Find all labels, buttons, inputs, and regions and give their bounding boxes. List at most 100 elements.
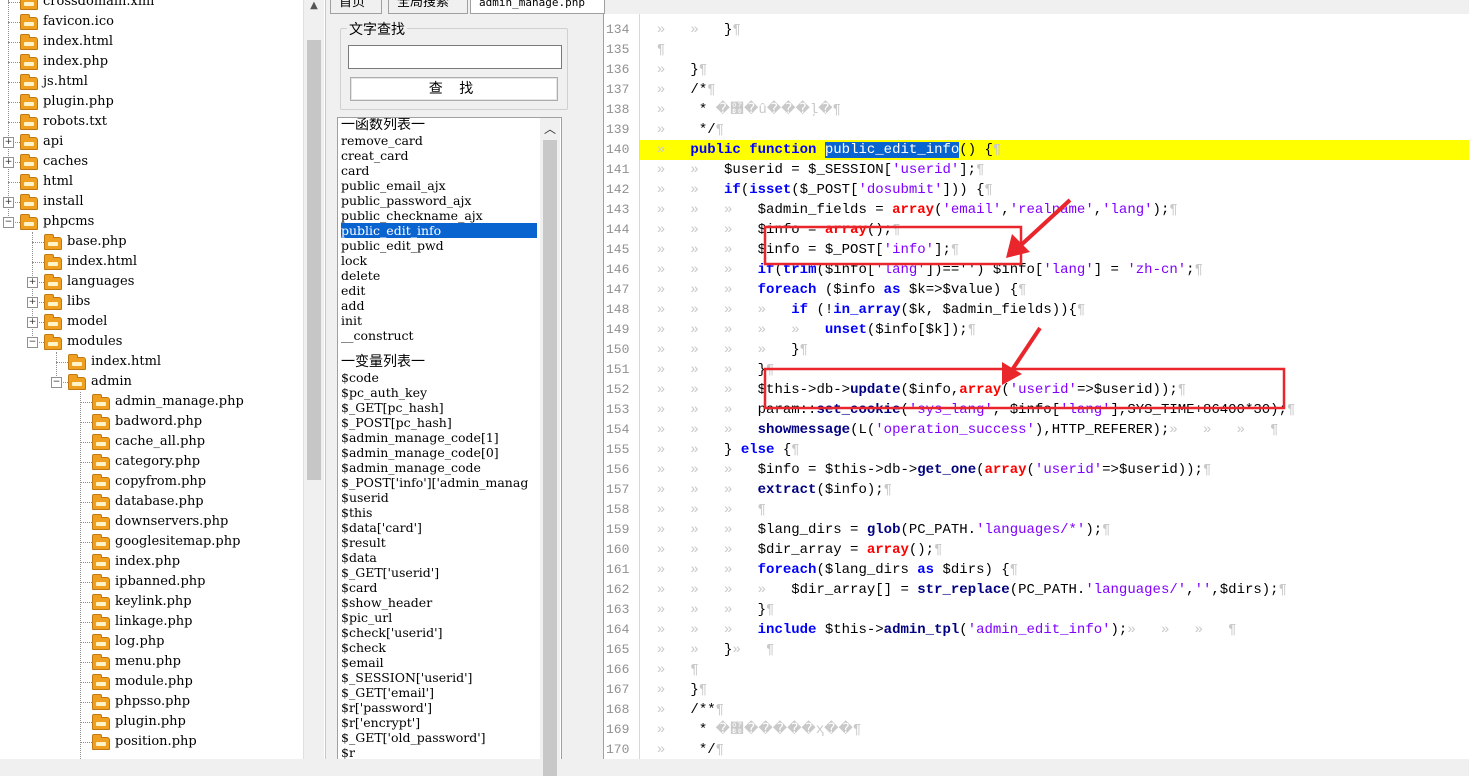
tree-folder-item[interactable]: html (43, 172, 73, 192)
variable-list-item[interactable]: $userid (341, 490, 389, 505)
code-line[interactable]: » /**¶ (640, 700, 1469, 720)
symbol-list-scrollbar[interactable]: ︿ (540, 118, 560, 776)
code-line[interactable]: » » » }¶ (640, 600, 1469, 620)
code-line[interactable]: » » $userid = $_SESSION['userid'];¶ (640, 160, 1469, 180)
tree-folder-item[interactable]: languages (67, 272, 134, 292)
tree-folder-item[interactable]: admin (91, 372, 132, 392)
collapse-icon[interactable]: − (3, 217, 14, 228)
variable-list-item[interactable]: $data (341, 550, 377, 565)
code-line[interactable]: » ¶ (640, 660, 1469, 680)
expand-icon[interactable]: + (3, 197, 14, 208)
code-line[interactable]: » » » foreach($lang_dirs as $dirs) {¶ (640, 560, 1469, 580)
tree-file-item[interactable]: favicon.ico (43, 12, 114, 32)
tree-file-item[interactable]: category.php (115, 452, 200, 472)
function-list-item[interactable]: public_checkname_ajx (341, 208, 483, 223)
tree-file-item[interactable]: menu.php (115, 652, 181, 672)
tree-file-item[interactable]: badword.php (115, 412, 202, 432)
tree-folder-item[interactable]: api (43, 132, 63, 152)
function-list-item[interactable]: public_email_ajx (341, 178, 446, 193)
code-line[interactable]: » » » if(trim($info['lang'])=='') $info[… (640, 260, 1469, 280)
variable-list-item[interactable]: $r['password'] (341, 700, 432, 715)
scroll-up-arrow-icon[interactable]: ▲ (304, 0, 324, 18)
tree-folder-item[interactable]: modules (67, 332, 122, 352)
tree-file-item[interactable]: index.html (91, 352, 161, 372)
variable-list-item[interactable]: $_SESSION['userid'] (341, 670, 472, 685)
code-line[interactable]: » » » }¶ (640, 360, 1469, 380)
tree-file-item[interactable]: database.php (115, 492, 204, 512)
variable-list-item[interactable]: $r['encrypt'] (341, 715, 420, 730)
tree-file-item[interactable]: index.html (67, 252, 137, 272)
function-list-item[interactable]: delete (341, 268, 380, 283)
function-list-item[interactable]: __construct (341, 328, 414, 343)
code-line[interactable]: » » » » if (!in_array($k, $admin_fields)… (640, 300, 1469, 320)
function-list-item[interactable]: public_edit_pwd (341, 238, 444, 253)
variable-list-item[interactable]: $_GET[pc_hash] (341, 400, 444, 415)
variable-list-item[interactable]: $pic_url (341, 610, 392, 625)
variable-list-item[interactable]: $_POST['info']['admin_manag (341, 475, 528, 490)
tab-global-search[interactable]: 全局搜索 (388, 0, 468, 14)
function-list-item[interactable]: add (341, 298, 364, 313)
tree-file-item[interactable]: robots.txt (43, 112, 107, 132)
tree-folder-item[interactable]: install (43, 192, 84, 212)
variable-list-item[interactable]: $admin_manage_code[1] (341, 430, 499, 445)
symbol-list[interactable]: 一函数列表一 remove_card creat_card card public_em… (337, 117, 562, 759)
code-line[interactable]: » }¶ (640, 60, 1469, 80)
function-list-item[interactable]: public_edit_info (341, 223, 537, 238)
variable-list-item[interactable]: $_GET['email'] (341, 685, 434, 700)
collapse-icon[interactable]: − (51, 377, 62, 388)
variable-list-item[interactable]: $show_header (341, 595, 432, 610)
tree-folder-item[interactable]: libs (67, 292, 90, 312)
function-list-item[interactable]: remove_card (341, 133, 423, 148)
variable-list-item[interactable]: $_GET['old_password'] (341, 730, 486, 745)
function-list-item[interactable]: creat_card (341, 148, 409, 163)
code-line[interactable]: » » » param::set_cookie('sys_lang', $inf… (640, 400, 1469, 420)
file-tree-scrollbar[interactable]: ▲ (303, 0, 324, 759)
code-line[interactable]: » » » $lang_dirs = glob(PC_PATH.'languag… (640, 520, 1469, 540)
function-list-item[interactable]: edit (341, 283, 365, 298)
code-line[interactable]: » » if(isset($_POST['dosubmit'])) {¶ (640, 180, 1469, 200)
function-list-item[interactable]: init (341, 313, 362, 328)
variable-list-item[interactable]: $this (341, 505, 372, 520)
tree-file-item[interactable]: position.php (115, 732, 197, 752)
variable-list-item[interactable]: $card (341, 580, 377, 595)
tree-file-item[interactable]: js.html (43, 72, 88, 92)
tree-folder-item[interactable]: caches (43, 152, 88, 172)
function-list-item[interactable]: card (341, 163, 369, 178)
expand-icon[interactable]: + (3, 157, 14, 168)
code-line[interactable]: » » » extract($info);¶ (640, 480, 1469, 500)
code-line[interactable]: » » » $info = array();¶ (640, 220, 1469, 240)
code-line[interactable]: » » } else {¶ (640, 440, 1469, 460)
code-line[interactable]: » » }» ¶ (640, 640, 1469, 660)
code-line[interactable]: » » » showmessage(L('operation_success')… (640, 420, 1469, 440)
tree-file-item[interactable]: admin_manage.php (115, 392, 244, 412)
tree-file-item[interactable]: index.php (115, 552, 180, 572)
symbol-list-scroll-thumb[interactable] (543, 140, 557, 776)
tree-file-item[interactable]: plugin.php (115, 712, 186, 732)
search-input[interactable] (348, 45, 562, 69)
chevron-up-icon[interactable]: ︿ (540, 120, 560, 138)
variable-list-item[interactable]: $r (341, 745, 355, 759)
expand-icon[interactable]: + (3, 137, 14, 148)
tree-file-item[interactable]: index.html (43, 32, 113, 52)
search-button[interactable]: 查 找 (350, 77, 558, 101)
code-line[interactable]: » */¶ (640, 120, 1469, 140)
code-line[interactable]: » » » $admin_fields = array('email','rea… (640, 200, 1469, 220)
code-line[interactable]: » » » $dir_array = array();¶ (640, 540, 1469, 560)
code-line[interactable]: » » » include $this->admin_tpl('admin_ed… (640, 620, 1469, 640)
tab-home[interactable]: 首页 (330, 0, 382, 14)
tree-file-item[interactable]: base.php (67, 232, 127, 252)
variable-list-item[interactable]: $email (341, 655, 384, 670)
variable-list-item[interactable]: $data['card'] (341, 520, 422, 535)
file-tree[interactable]: crossdomain.xml favicon.ico index.html inde… (0, 0, 326, 759)
code-line[interactable]: » » » $info = $_POST['info'];¶ (640, 240, 1469, 260)
variable-list-item[interactable]: $pc_auth_key (341, 385, 427, 400)
expand-icon[interactable]: + (27, 277, 38, 288)
tree-file-item[interactable]: linkage.php (115, 612, 192, 632)
variable-list-item[interactable]: $admin_manage_code[0] (341, 445, 499, 460)
tree-file-item[interactable]: ipbanned.php (115, 572, 205, 592)
code-line[interactable]: » public function public_edit_info() {¶ (640, 140, 1469, 160)
tab-admin-manage[interactable]: admin_manage.php (470, 0, 605, 14)
tree-file-item[interactable]: keylink.php (115, 592, 192, 612)
tree-file-item[interactable]: crossdomain.xml (43, 0, 154, 12)
tree-file-item[interactable]: module.php (115, 672, 193, 692)
